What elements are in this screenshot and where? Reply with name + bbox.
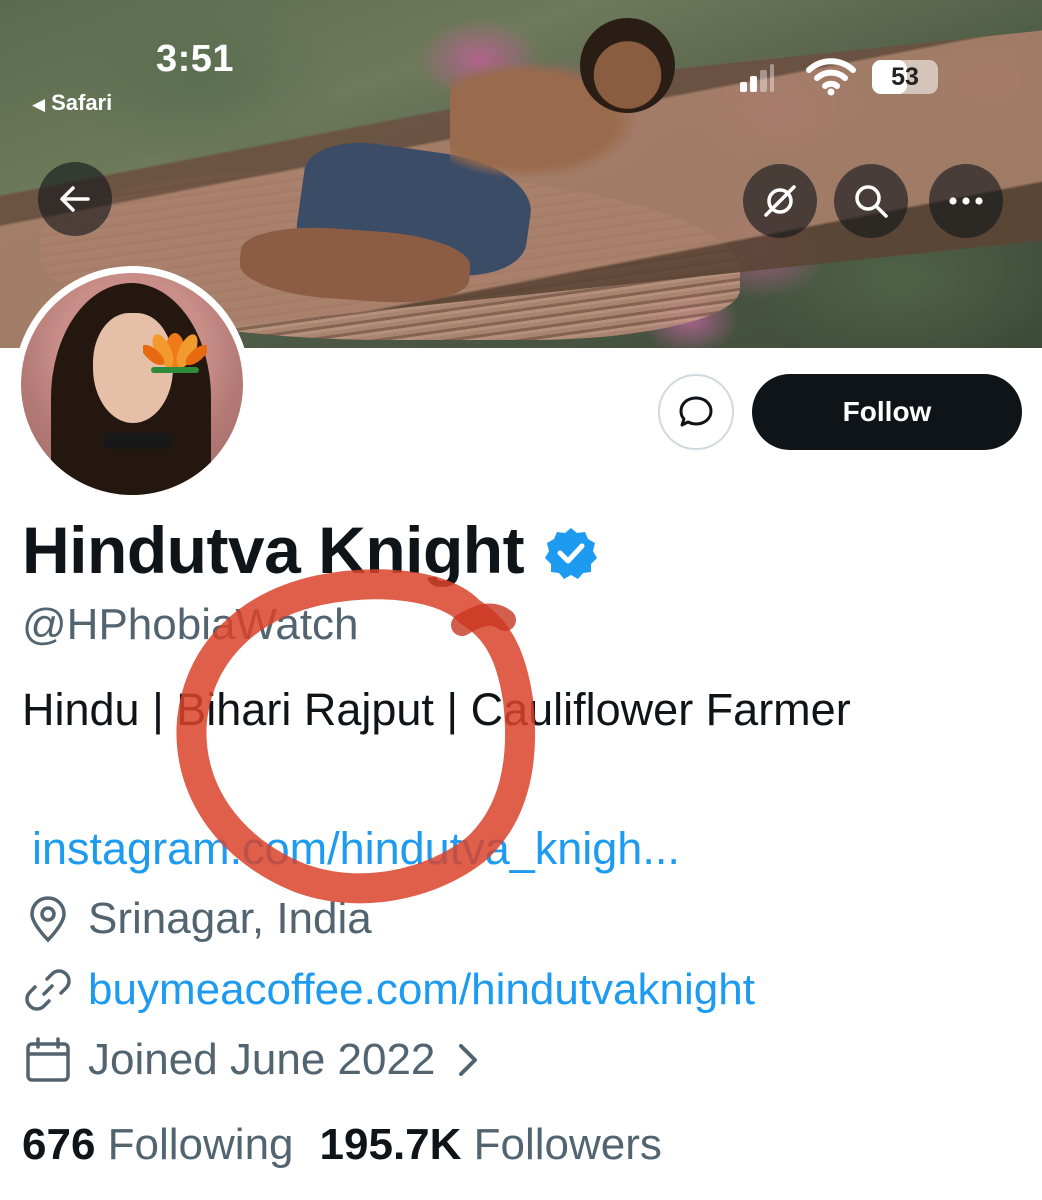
bio-instagram-link[interactable]: instagram.com/hindutva_knigh... [32,823,680,875]
profile-bio: Hindu | Bihari Rajput | Cauliflower Farm… [22,684,851,735]
back-app-label: Safari [51,90,113,115]
status-time: 3:51 [156,38,235,80]
avatar-collar [103,433,173,449]
lotus-symbol-icon [143,333,207,373]
back-triangle-icon: ◀ [32,95,46,114]
profile-website[interactable]: buymeacoffee.com/hindutvaknight [22,964,755,1016]
profile-location: Srinagar, India [22,893,372,945]
back-button[interactable] [38,162,112,236]
battery-level: 53 [891,63,919,91]
following-link[interactable]: 676 Following [22,1120,294,1169]
cellular-signal-icon [740,62,774,92]
follow-button[interactable]: Follow [752,374,1022,450]
following-count: 676 [22,1120,96,1169]
more-icon [949,197,983,205]
chevron-right-icon [459,1044,478,1076]
following-label: Following [107,1120,294,1169]
not-interested-button[interactable] [743,164,817,238]
profile-joined[interactable]: Joined June 2022 [22,1034,481,1086]
calendar-icon [26,1037,70,1082]
back-to-app-link[interactable]: ◀ Safari [32,90,112,116]
profile-name-row: Hindutva Knight [22,512,598,588]
profile-avatar[interactable] [14,266,250,502]
message-bubble-icon [679,396,713,427]
verified-badge-icon[interactable] [544,526,598,580]
joined-date: Joined June 2022 [88,1035,436,1084]
followers-link[interactable]: 195.7K Followers [320,1120,662,1169]
more-button[interactable] [929,164,1003,238]
follow-counts: 676 Following 195.7K Followers [22,1120,662,1170]
banner-child-head [580,18,675,113]
username-handle: @HPhobiaWatch [22,600,359,649]
wifi-icon [806,58,856,96]
search-icon [855,185,888,218]
message-button[interactable] [658,374,734,450]
back-arrow-icon [60,186,90,212]
search-button[interactable] [834,164,908,238]
slashed-circle-icon [764,185,796,217]
followers-count: 195.7K [319,1120,462,1169]
avatar-image [21,273,243,495]
location-pin-icon [30,896,66,943]
website-link[interactable]: buymeacoffee.com/hindutvaknight [88,965,755,1015]
followers-label: Followers [473,1120,662,1169]
display-name: Hindutva Knight [22,513,525,587]
link-icon [25,969,71,1011]
location-text: Srinagar, India [88,894,372,943]
battery-icon: 53 [872,60,938,94]
